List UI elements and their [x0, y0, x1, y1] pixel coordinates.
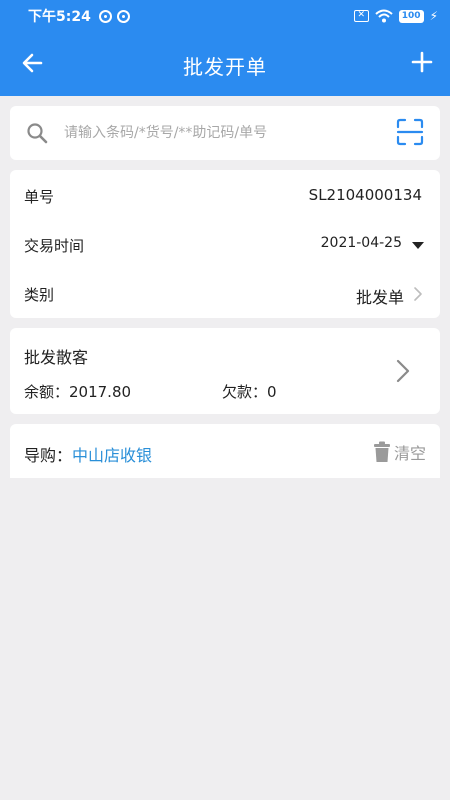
order-info-card: 单号 SL2104000134 交易时间 2021-04-25 类别 批发单 — [10, 170, 440, 318]
search-icon — [27, 123, 48, 144]
status-bar: 下午5:24 ✕ 100 ⚡ — [0, 0, 450, 32]
status-time: 下午5:24 — [28, 9, 91, 25]
trade-time-row[interactable]: 交易时间 2021-04-25 — [10, 221, 440, 269]
chevron-right-icon[interactable] — [396, 359, 410, 383]
trade-time-value[interactable]: 2021-04-25 — [321, 235, 402, 251]
no-sim-icon: ✕ — [353, 10, 369, 22]
trash-icon[interactable] — [373, 441, 391, 463]
order-number-value: SL2104000134 — [308, 186, 422, 204]
notification-icon — [98, 9, 112, 23]
add-icon[interactable] — [410, 50, 434, 74]
sales-guide-value[interactable]: 中山店收银 — [72, 442, 152, 466]
dropdown-caret-icon[interactable] — [412, 242, 424, 249]
chevron-right-icon[interactable] — [412, 286, 424, 302]
wifi-icon — [375, 9, 393, 23]
order-type-row[interactable]: 类别 批发单 — [10, 270, 440, 318]
trade-time-label: 交易时间 — [24, 237, 85, 255]
order-type-label: 类别 — [24, 286, 55, 304]
customer-debt: 欠款：0 — [222, 383, 277, 401]
page-title: 批发开单 — [183, 55, 267, 79]
app-bar: 批发开单 — [0, 32, 450, 96]
notification-icon-2 — [116, 9, 130, 23]
charging-icon: ⚡ — [429, 9, 438, 23]
order-type-value[interactable]: 批发单 — [356, 284, 404, 308]
sales-guide-row: 导购： 中山店收银 清空 — [10, 424, 440, 478]
clear-label[interactable]: 清空 — [394, 440, 426, 464]
search-bar — [10, 106, 440, 160]
scan-barcode-icon[interactable] — [396, 118, 424, 146]
search-input[interactable] — [64, 120, 374, 146]
order-number-row: 单号 SL2104000134 — [10, 172, 440, 220]
battery-icon: 100 — [398, 9, 424, 23]
sales-guide-label: 导购： — [24, 446, 73, 465]
clear-button[interactable]: 清空 — [373, 440, 426, 464]
customer-balance: 余额：2017.80 — [24, 383, 132, 401]
customer-card[interactable]: 批发散客 余额：2017.80 欠款：0 — [10, 328, 440, 414]
order-number-label: 单号 — [24, 188, 55, 206]
customer-name: 批发散客 — [24, 348, 89, 367]
